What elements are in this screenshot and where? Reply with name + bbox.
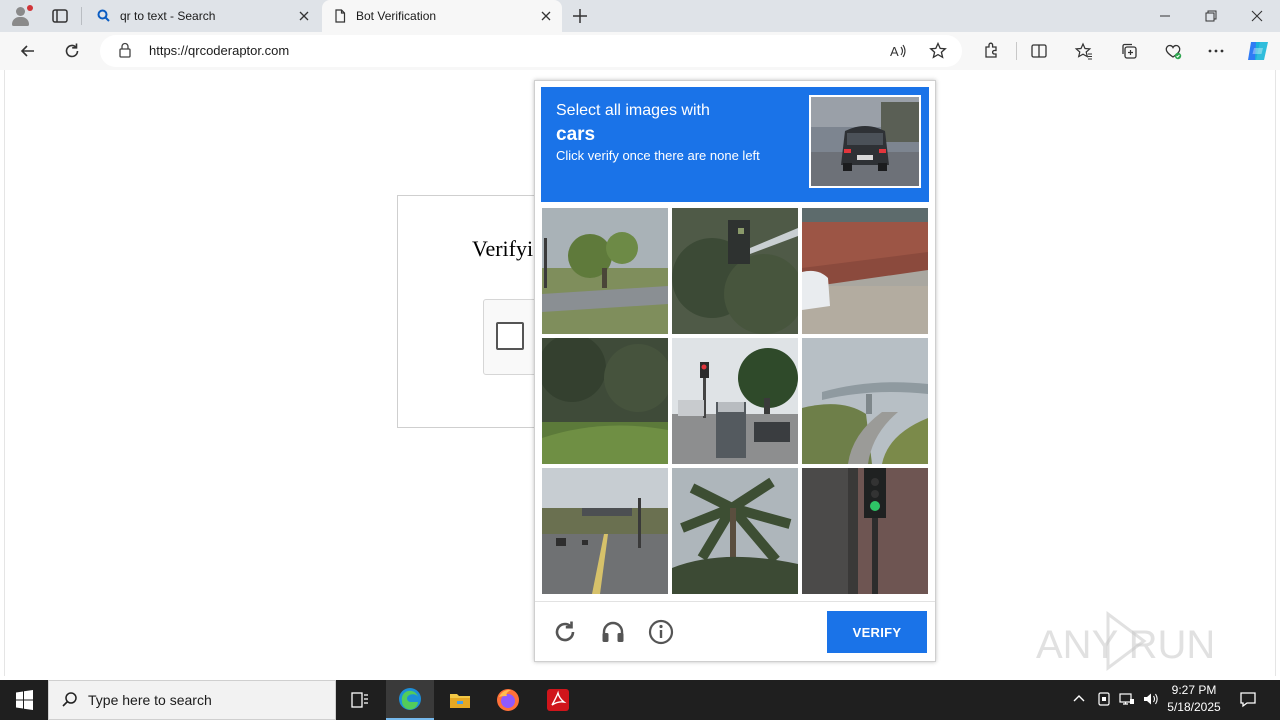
- not-robot-checkbox[interactable]: [496, 322, 524, 350]
- url-text[interactable]: https://qrcoderaptor.com: [149, 43, 289, 58]
- collections-icon[interactable]: [1119, 41, 1139, 61]
- audio-challenge-icon[interactable]: [599, 618, 627, 646]
- profile-avatar-icon[interactable]: [8, 4, 34, 28]
- watermark-text: ANY RUN: [1036, 623, 1215, 667]
- firefox-icon[interactable]: [484, 680, 532, 720]
- extensions-icon[interactable]: [981, 41, 1001, 61]
- edge-taskbar-icon[interactable]: [386, 680, 434, 720]
- read-aloud-icon[interactable]: A: [888, 41, 908, 61]
- verification-title: Verifyi: [472, 236, 534, 261]
- search-icon: [96, 8, 112, 24]
- browser-essentials-icon[interactable]: [1163, 41, 1183, 61]
- captcha-hint: Click verify once there are none left: [556, 148, 760, 163]
- tab-search[interactable]: qr to text - Search: [86, 0, 320, 32]
- restore-icon[interactable]: [1201, 6, 1221, 26]
- tab-title: qr to text - Search: [120, 9, 216, 23]
- anyrun-watermark: ANY RUN: [1036, 610, 1236, 672]
- captcha-tile-6[interactable]: [802, 338, 928, 464]
- captcha-tile-7[interactable]: [542, 468, 668, 594]
- captcha-tile-4[interactable]: [542, 338, 668, 464]
- close-window-icon[interactable]: [1247, 6, 1267, 26]
- search-icon: [60, 690, 80, 710]
- notifications-icon[interactable]: [1238, 689, 1258, 709]
- captcha-target-word: cars: [556, 124, 596, 145]
- back-icon[interactable]: [18, 41, 38, 61]
- clock-time: 9:27 PM: [1171, 683, 1217, 697]
- favorites-icon[interactable]: [1074, 41, 1094, 61]
- split-screen-icon[interactable]: [1029, 41, 1049, 61]
- start-button[interactable]: [0, 680, 48, 720]
- close-tab-icon[interactable]: [538, 8, 554, 24]
- captcha-tile-8[interactable]: [672, 468, 798, 594]
- page-icon: [332, 8, 348, 24]
- captcha-tile-3[interactable]: [802, 208, 928, 334]
- volume-icon[interactable]: [1142, 690, 1160, 708]
- device-icon[interactable]: [1095, 690, 1113, 708]
- refresh-icon[interactable]: [62, 41, 82, 61]
- tab-actions-icon[interactable]: [50, 6, 70, 26]
- taskbar-search-placeholder: Type here to search: [88, 692, 212, 708]
- show-hidden-icons-icon[interactable]: [1070, 690, 1088, 708]
- taskbar-clock[interactable]: 9:27 PM 5/18/2025: [1160, 682, 1228, 716]
- captcha-tile-9[interactable]: [802, 468, 928, 594]
- captcha-tile-5[interactable]: [672, 338, 798, 464]
- close-tab-icon[interactable]: [296, 8, 312, 24]
- captcha-tile-2[interactable]: [672, 208, 798, 334]
- tab-separator: [81, 7, 82, 25]
- file-explorer-icon[interactable]: [436, 680, 484, 720]
- captcha-instruction: Select all images with: [556, 102, 710, 119]
- tab-bot-verification[interactable]: Bot Verification: [322, 0, 562, 32]
- tab-title: Bot Verification: [356, 9, 437, 23]
- copilot-icon[interactable]: [1245, 39, 1271, 63]
- network-icon[interactable]: [1118, 690, 1136, 708]
- more-options-icon[interactable]: [1206, 41, 1226, 61]
- acrobat-reader-icon[interactable]: [534, 680, 582, 720]
- minimize-icon[interactable]: [1155, 6, 1175, 26]
- svg-text:A: A: [890, 44, 899, 59]
- reload-icon[interactable]: [551, 618, 579, 646]
- clock-date: 5/18/2025: [1167, 700, 1221, 714]
- captcha-divider: [535, 601, 935, 602]
- lock-icon[interactable]: [118, 42, 132, 58]
- captcha-sample-image: [809, 95, 921, 188]
- task-view-icon[interactable]: [336, 680, 384, 720]
- info-icon[interactable]: [647, 618, 675, 646]
- verify-button[interactable]: VERIFY: [827, 611, 927, 653]
- favorite-star-icon[interactable]: [928, 41, 948, 61]
- new-tab-icon[interactable]: [570, 6, 590, 26]
- captcha-tile-1[interactable]: [542, 208, 668, 334]
- toolbar-separator: [1016, 42, 1017, 60]
